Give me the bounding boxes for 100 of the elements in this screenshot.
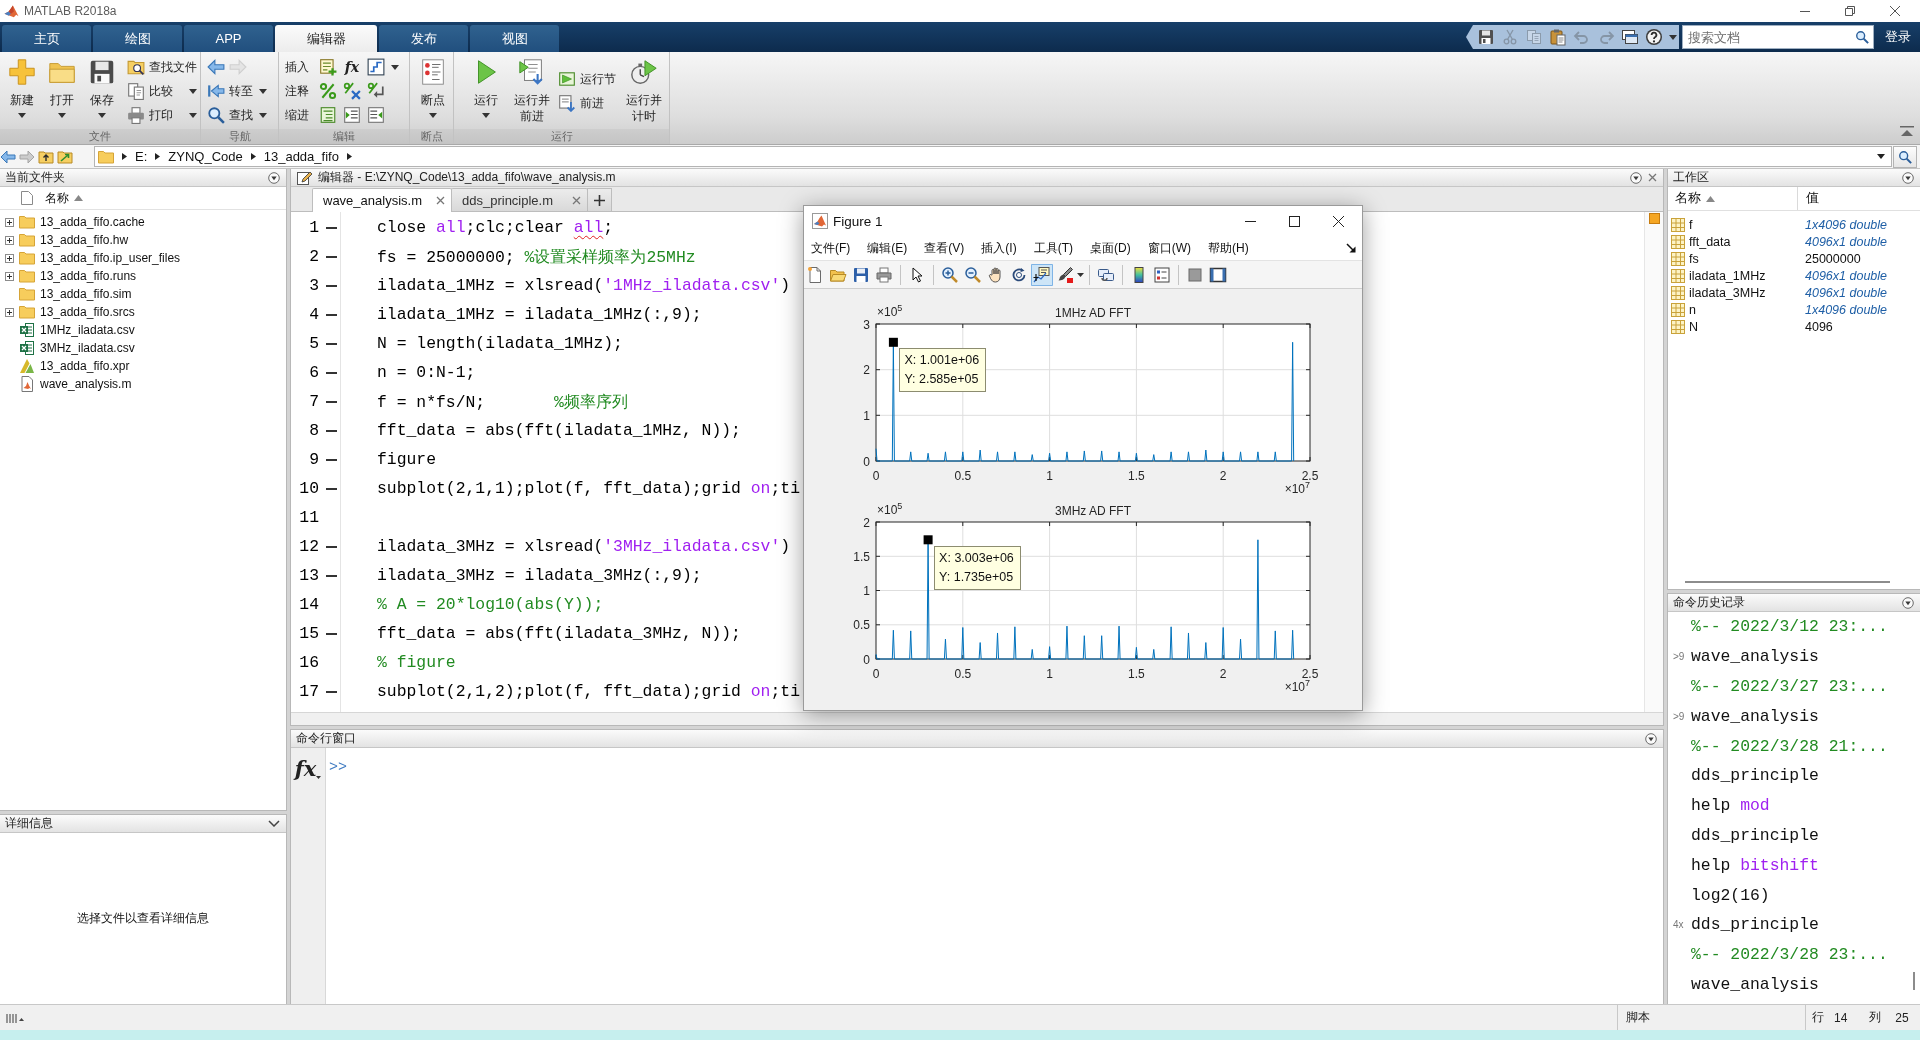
ribbon-button[interactable]: 新建 bbox=[2, 55, 42, 127]
caret-icon[interactable] bbox=[1877, 154, 1885, 159]
ribbon-tab[interactable]: APP bbox=[184, 25, 273, 52]
paste-icon[interactable] bbox=[1549, 28, 1567, 46]
variable-name[interactable]: fs bbox=[1689, 251, 1805, 266]
wrap-comment-icon[interactable] bbox=[367, 82, 385, 100]
ribbon-button[interactable]: 运行节 bbox=[558, 67, 618, 91]
help-icon[interactable] bbox=[1645, 28, 1663, 46]
file-item[interactable]: 13_adda_fifo.ip_user_files bbox=[40, 251, 181, 265]
history-entry[interactable]: log2(16) bbox=[1691, 885, 1770, 905]
file-item[interactable]: wave_analysis.m bbox=[40, 377, 132, 391]
step-plot-icon[interactable] bbox=[367, 58, 385, 76]
column-header[interactable]: 值 bbox=[1806, 191, 1819, 205]
address-field[interactable]: E: ZYNQ_Code 13_adda_fifo bbox=[94, 146, 1892, 167]
panel-menu-icon[interactable] bbox=[1902, 171, 1914, 184]
column-header[interactable]: 名称 bbox=[1675, 190, 1701, 207]
file-item[interactable]: 13_adda_fifo.cache bbox=[40, 215, 145, 229]
history-entry[interactable]: %-- 2022/3/28 23:... bbox=[1691, 945, 1888, 965]
variable-name[interactable]: iladata_3MHz bbox=[1689, 285, 1805, 300]
collapse-ribbon-icon[interactable] bbox=[1900, 126, 1914, 136]
ribbon-button[interactable]: 比较 bbox=[127, 79, 197, 103]
datatip[interactable]: X: 1.001e+06 Y: 2.585e+05 bbox=[899, 348, 987, 393]
new-tab-button[interactable] bbox=[587, 188, 612, 211]
dash-icon[interactable] bbox=[326, 574, 337, 577]
uncomment-icon[interactable] bbox=[343, 82, 361, 100]
ribbon-button[interactable]: 运行并计时 bbox=[624, 55, 664, 127]
panel-menu-icon[interactable] bbox=[1645, 732, 1657, 745]
ribbon-button[interactable]: 查找 bbox=[207, 103, 267, 127]
panel-menu-icon[interactable] bbox=[1630, 171, 1642, 184]
menu-item[interactable]: 查看(V) bbox=[924, 239, 965, 257]
dash-icon[interactable] bbox=[326, 458, 337, 461]
command-input[interactable]: >> bbox=[326, 748, 1663, 1004]
ribbon-tab[interactable]: 编辑器 bbox=[275, 25, 377, 52]
dash-icon[interactable] bbox=[326, 342, 337, 345]
history-entry[interactable]: %-- 2022/3/12 23:... bbox=[1691, 617, 1888, 637]
panel-menu-icon[interactable] bbox=[268, 171, 280, 184]
dash-icon[interactable] bbox=[326, 313, 337, 316]
menu-item[interactable]: 文件(F) bbox=[811, 239, 851, 257]
dash-icon[interactable] bbox=[326, 371, 337, 374]
indent-icon[interactable] bbox=[343, 106, 361, 124]
history-entry[interactable]: help mod bbox=[1691, 796, 1770, 816]
expand-plus-icon[interactable] bbox=[5, 253, 14, 263]
file-item[interactable]: 3MHz_iladata.csv bbox=[40, 341, 135, 355]
chevron-down-icon[interactable] bbox=[268, 820, 280, 827]
windows-icon[interactable] bbox=[1621, 28, 1639, 46]
editor-tab[interactable]: dds_principle.m bbox=[451, 188, 588, 211]
history-entry[interactable]: %-- 2022/3/28 21:... bbox=[1691, 736, 1888, 756]
dash-icon[interactable] bbox=[326, 255, 337, 258]
datatip-marker-icon[interactable] bbox=[888, 337, 898, 347]
variable-name[interactable]: N bbox=[1689, 319, 1805, 334]
insert-section-icon[interactable] bbox=[319, 58, 337, 76]
expand-plus-icon[interactable] bbox=[5, 271, 14, 281]
ribbon-button[interactable]: 断点 bbox=[413, 55, 453, 127]
breadcrumb[interactable]: 13_adda_fifo bbox=[263, 149, 339, 164]
ribbon-button[interactable]: 保存 bbox=[82, 55, 122, 127]
history-entry[interactable]: dds_principle bbox=[1691, 766, 1819, 786]
datatip-marker-icon[interactable] bbox=[923, 535, 933, 545]
back-arrow-icon[interactable] bbox=[0, 148, 16, 165]
column-header[interactable]: 名称 bbox=[45, 189, 69, 207]
history-entry[interactable]: wave_analysis bbox=[1691, 647, 1819, 667]
ribbon-button[interactable]: 运行并前进 bbox=[512, 55, 552, 127]
status-square-icon[interactable] bbox=[1648, 213, 1660, 224]
dash-icon[interactable] bbox=[326, 545, 337, 548]
dash-icon[interactable] bbox=[326, 429, 337, 432]
breadcrumb[interactable]: E: bbox=[135, 149, 148, 164]
ribbon-button[interactable]: 前进 bbox=[558, 91, 618, 115]
file-item[interactable]: 13_adda_fifo.xpr bbox=[40, 359, 130, 373]
percent-icon[interactable] bbox=[319, 82, 337, 100]
expand-plus-icon[interactable] bbox=[5, 307, 14, 317]
menu-item[interactable]: 工具(T) bbox=[1033, 239, 1073, 257]
menu-item[interactable]: 插入(I) bbox=[981, 239, 1017, 257]
editor-tab[interactable]: wave_analysis.m bbox=[312, 188, 452, 212]
dock-arrow-icon[interactable] bbox=[1346, 243, 1356, 253]
sign-in-button[interactable]: 登录 bbox=[1885, 28, 1911, 46]
file-item[interactable]: 13_adda_fifo.runs bbox=[40, 269, 137, 283]
scrollbar-track[interactable] bbox=[291, 712, 1663, 725]
variable-name[interactable]: iladata_1MHz bbox=[1689, 268, 1805, 283]
file-item[interactable]: 13_adda_fifo.hw bbox=[40, 233, 129, 247]
dash-icon[interactable] bbox=[326, 487, 337, 490]
variable-name[interactable]: n bbox=[1689, 302, 1805, 317]
file-item[interactable]: 13_adda_fifo.srcs bbox=[40, 305, 135, 319]
maximize-icon[interactable] bbox=[1289, 215, 1300, 227]
horizontal-scrollbar[interactable] bbox=[1685, 581, 1890, 583]
up-folder-icon[interactable] bbox=[38, 148, 54, 165]
caret-icon[interactable] bbox=[391, 64, 399, 70]
caret-icon[interactable] bbox=[1669, 34, 1677, 40]
breadcrumb[interactable]: ZYNQ_Code bbox=[168, 149, 243, 164]
dash-icon[interactable] bbox=[326, 690, 337, 693]
search-field[interactable]: 搜索文档 bbox=[1682, 25, 1874, 49]
outdent-icon[interactable] bbox=[367, 106, 385, 124]
ribbon-button[interactable]: 转至 bbox=[207, 79, 267, 103]
data-cursor-icon[interactable] bbox=[1031, 263, 1053, 286]
variable-name[interactable]: fft_data bbox=[1689, 234, 1805, 249]
history-entry[interactable]: dds_principle bbox=[1691, 825, 1819, 845]
ribbon-tab[interactable]: 视图 bbox=[470, 25, 559, 52]
ribbon-button[interactable]: 查找文件 bbox=[127, 55, 197, 79]
dash-icon[interactable] bbox=[326, 400, 337, 403]
ribbon-tab[interactable]: 主页 bbox=[2, 25, 91, 52]
close-icon[interactable] bbox=[1333, 215, 1344, 227]
smart-indent-icon[interactable] bbox=[319, 106, 337, 124]
